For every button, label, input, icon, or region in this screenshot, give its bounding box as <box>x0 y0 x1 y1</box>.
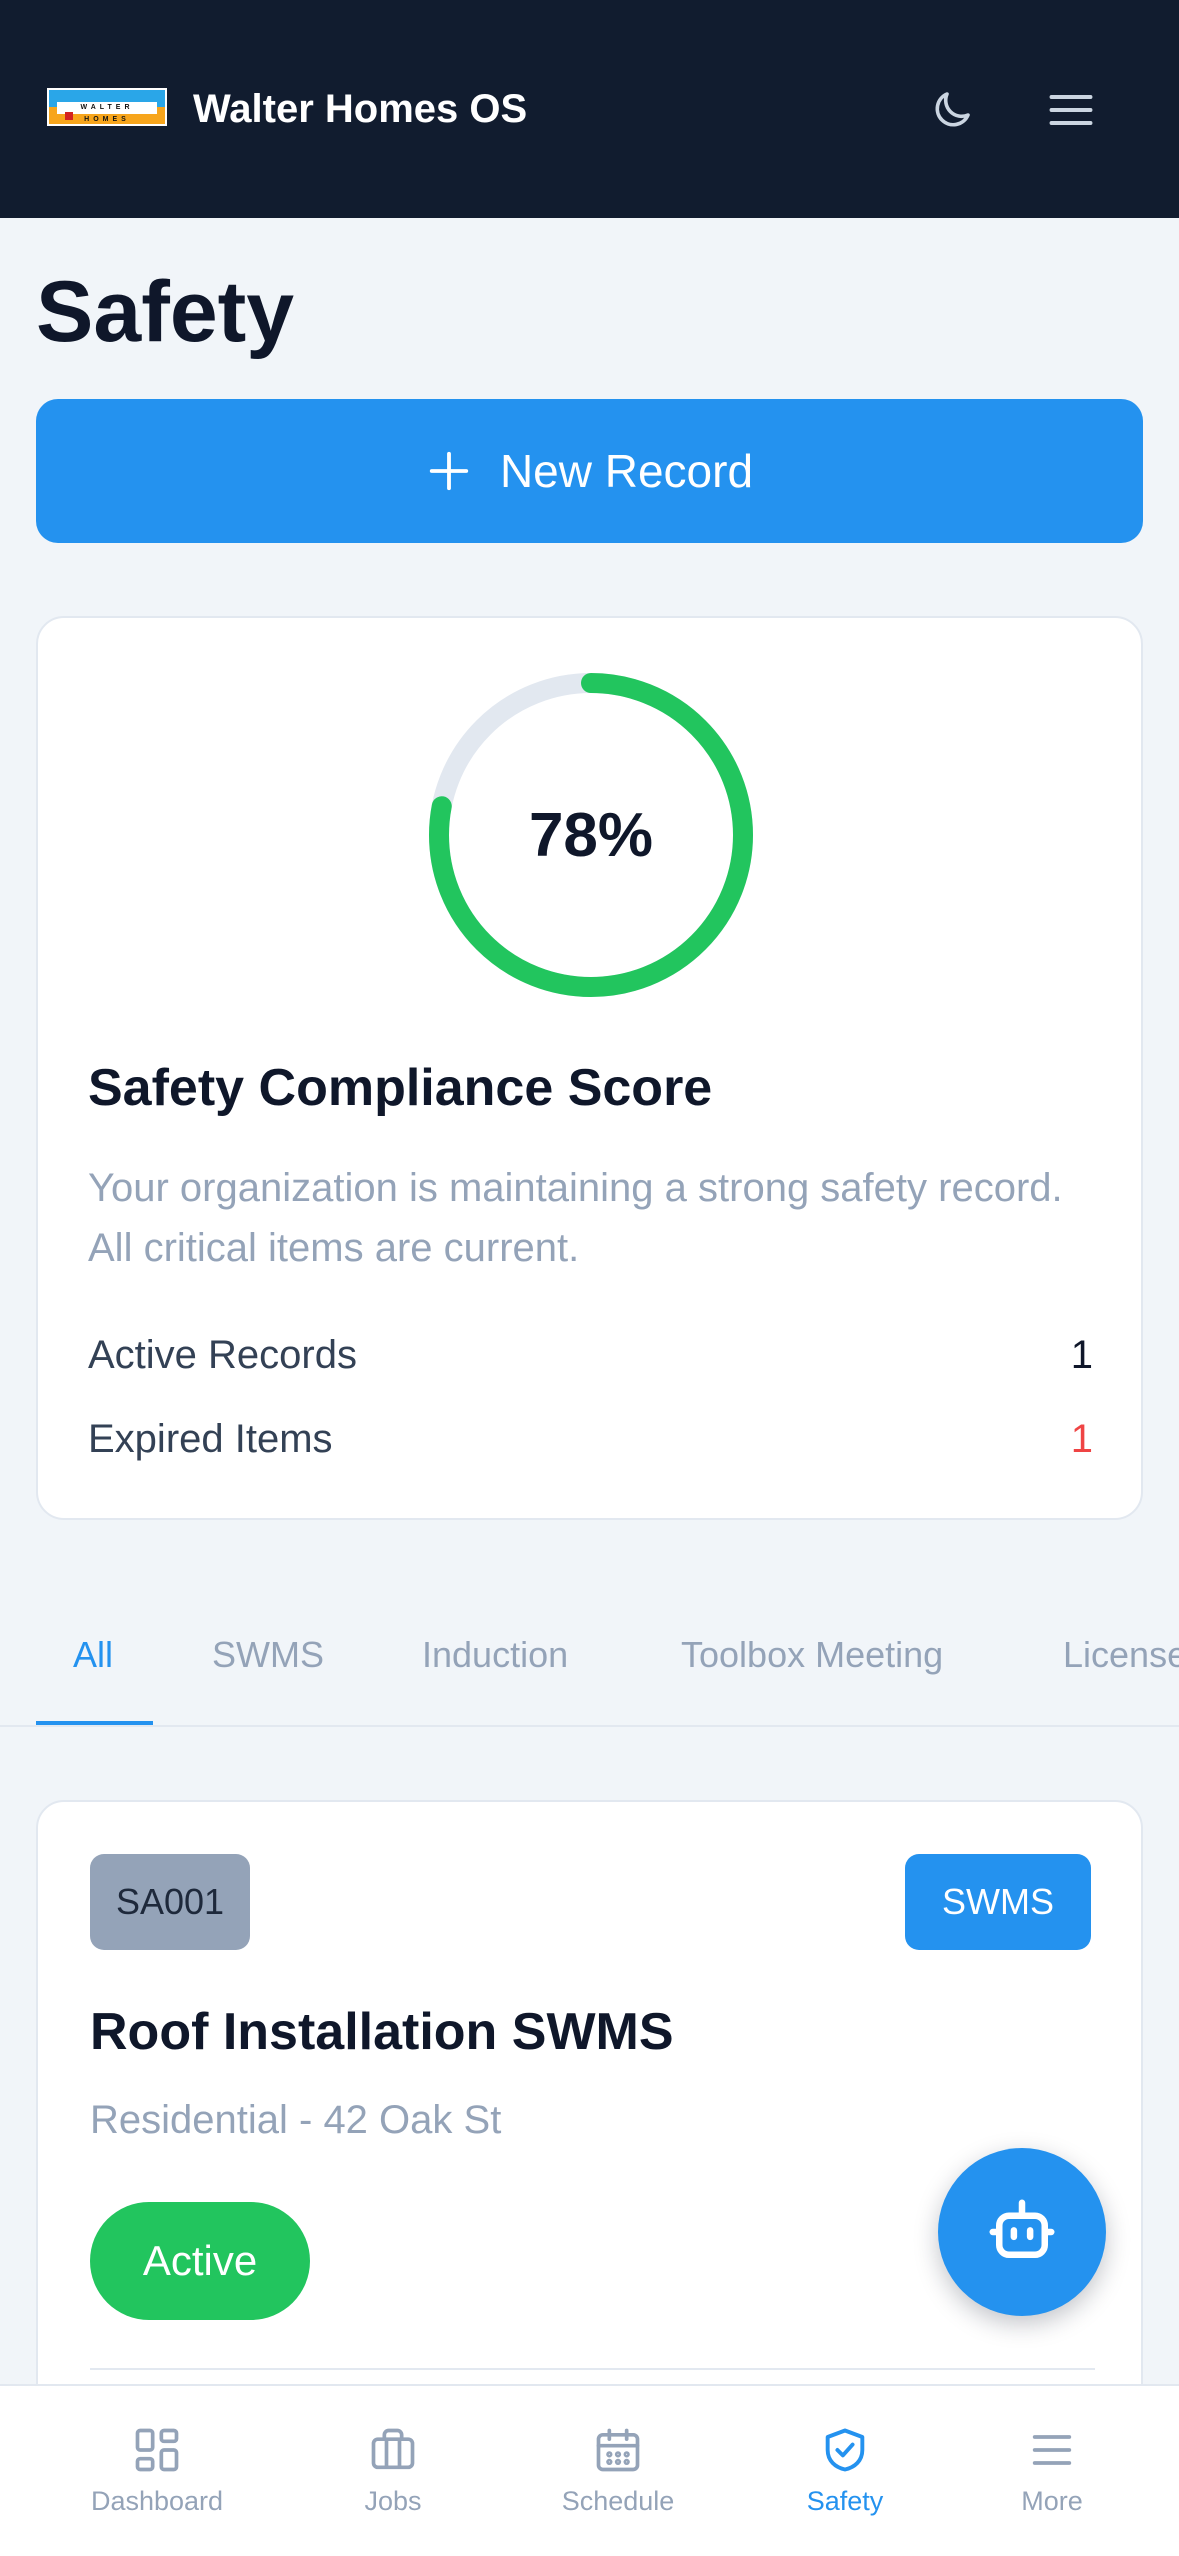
active-tab-indicator <box>36 1721 153 1725</box>
tab-swms[interactable]: SWMS <box>212 1595 324 1725</box>
nav-label: Dashboard <box>90 2486 224 2516</box>
new-record-label: New Record <box>499 445 754 497</box>
hamburger-icon <box>1049 95 1093 125</box>
nav-item-dashboard[interactable]: Dashboard <box>47 2386 267 2556</box>
plus-icon <box>429 451 469 491</box>
robot-icon <box>989 2199 1055 2258</box>
new-record-button[interactable]: New Record <box>36 399 1143 543</box>
compliance-score-card: 78% Safety Compliance Score Your organiz… <box>36 616 1143 1520</box>
calendar-icon <box>596 2428 640 2472</box>
nav-item-safety[interactable]: Safety <box>735 2386 955 2556</box>
bottom-navigation: Dashboard Jobs Schedule Safety More <box>0 2384 1179 2556</box>
stat-row-expired-items: Expired Items 1 <box>88 1414 1093 1464</box>
menu-button[interactable] <box>1043 82 1099 138</box>
page-title: Safety <box>36 264 295 360</box>
compliance-score-title: Safety Compliance Score <box>88 1059 713 1117</box>
moon-icon <box>935 92 970 127</box>
stat-value: 1 <box>1070 1417 1093 1461</box>
nav-label: Safety <box>806 2486 884 2516</box>
stat-value: 1 <box>1070 1333 1093 1377</box>
menu-icon <box>1032 2435 1072 2465</box>
record-type-badge: SWMS <box>905 1854 1091 1950</box>
record-location: Residential - 42 Oak St <box>90 2098 502 2142</box>
compliance-score-description: Your organization is maintaining a stron… <box>88 1166 1063 1270</box>
briefcase-icon <box>371 2428 415 2470</box>
tab-toolbox-meeting[interactable]: Toolbox Meeting <box>681 1595 943 1725</box>
nav-label: Jobs <box>364 2486 422 2516</box>
theme-toggle-button[interactable] <box>924 82 980 138</box>
walter-homes-logo[interactable]: WALTER HOMES <box>47 88 167 126</box>
dashboard-icon <box>135 2428 179 2472</box>
nav-item-more[interactable]: More <box>942 2386 1162 2556</box>
nav-label: Schedule <box>561 2486 675 2516</box>
tab-all[interactable]: All <box>73 1595 113 1725</box>
nav-item-jobs[interactable]: Jobs <box>283 2386 503 2556</box>
stat-label: Active Records <box>88 1333 357 1377</box>
record-title: Roof Installation SWMS <box>90 2003 674 2061</box>
nav-label: More <box>1021 2486 1083 2516</box>
record-divider <box>90 2368 1095 2370</box>
app-title: Walter Homes OS <box>193 87 528 131</box>
tab-induction[interactable]: Induction <box>422 1595 568 1725</box>
shield-icon <box>825 2428 865 2472</box>
stat-label: Expired Items <box>88 1417 333 1461</box>
record-id-badge: SA001 <box>90 1854 250 1950</box>
compliance-score-value: 78% <box>528 800 654 870</box>
record-status-badge: Active <box>90 2202 310 2320</box>
safety-category-tabs: All SWMS Induction Toolbox Meeting Licen… <box>0 1595 1179 1727</box>
ai-assistant-button[interactable] <box>938 2148 1106 2316</box>
tab-license[interactable]: License <box>1063 1595 1179 1725</box>
nav-item-schedule[interactable]: Schedule <box>508 2386 728 2556</box>
stat-row-active-records: Active Records 1 <box>88 1330 1093 1380</box>
app-header: WALTER HOMES Walter Homes OS <box>0 0 1179 218</box>
